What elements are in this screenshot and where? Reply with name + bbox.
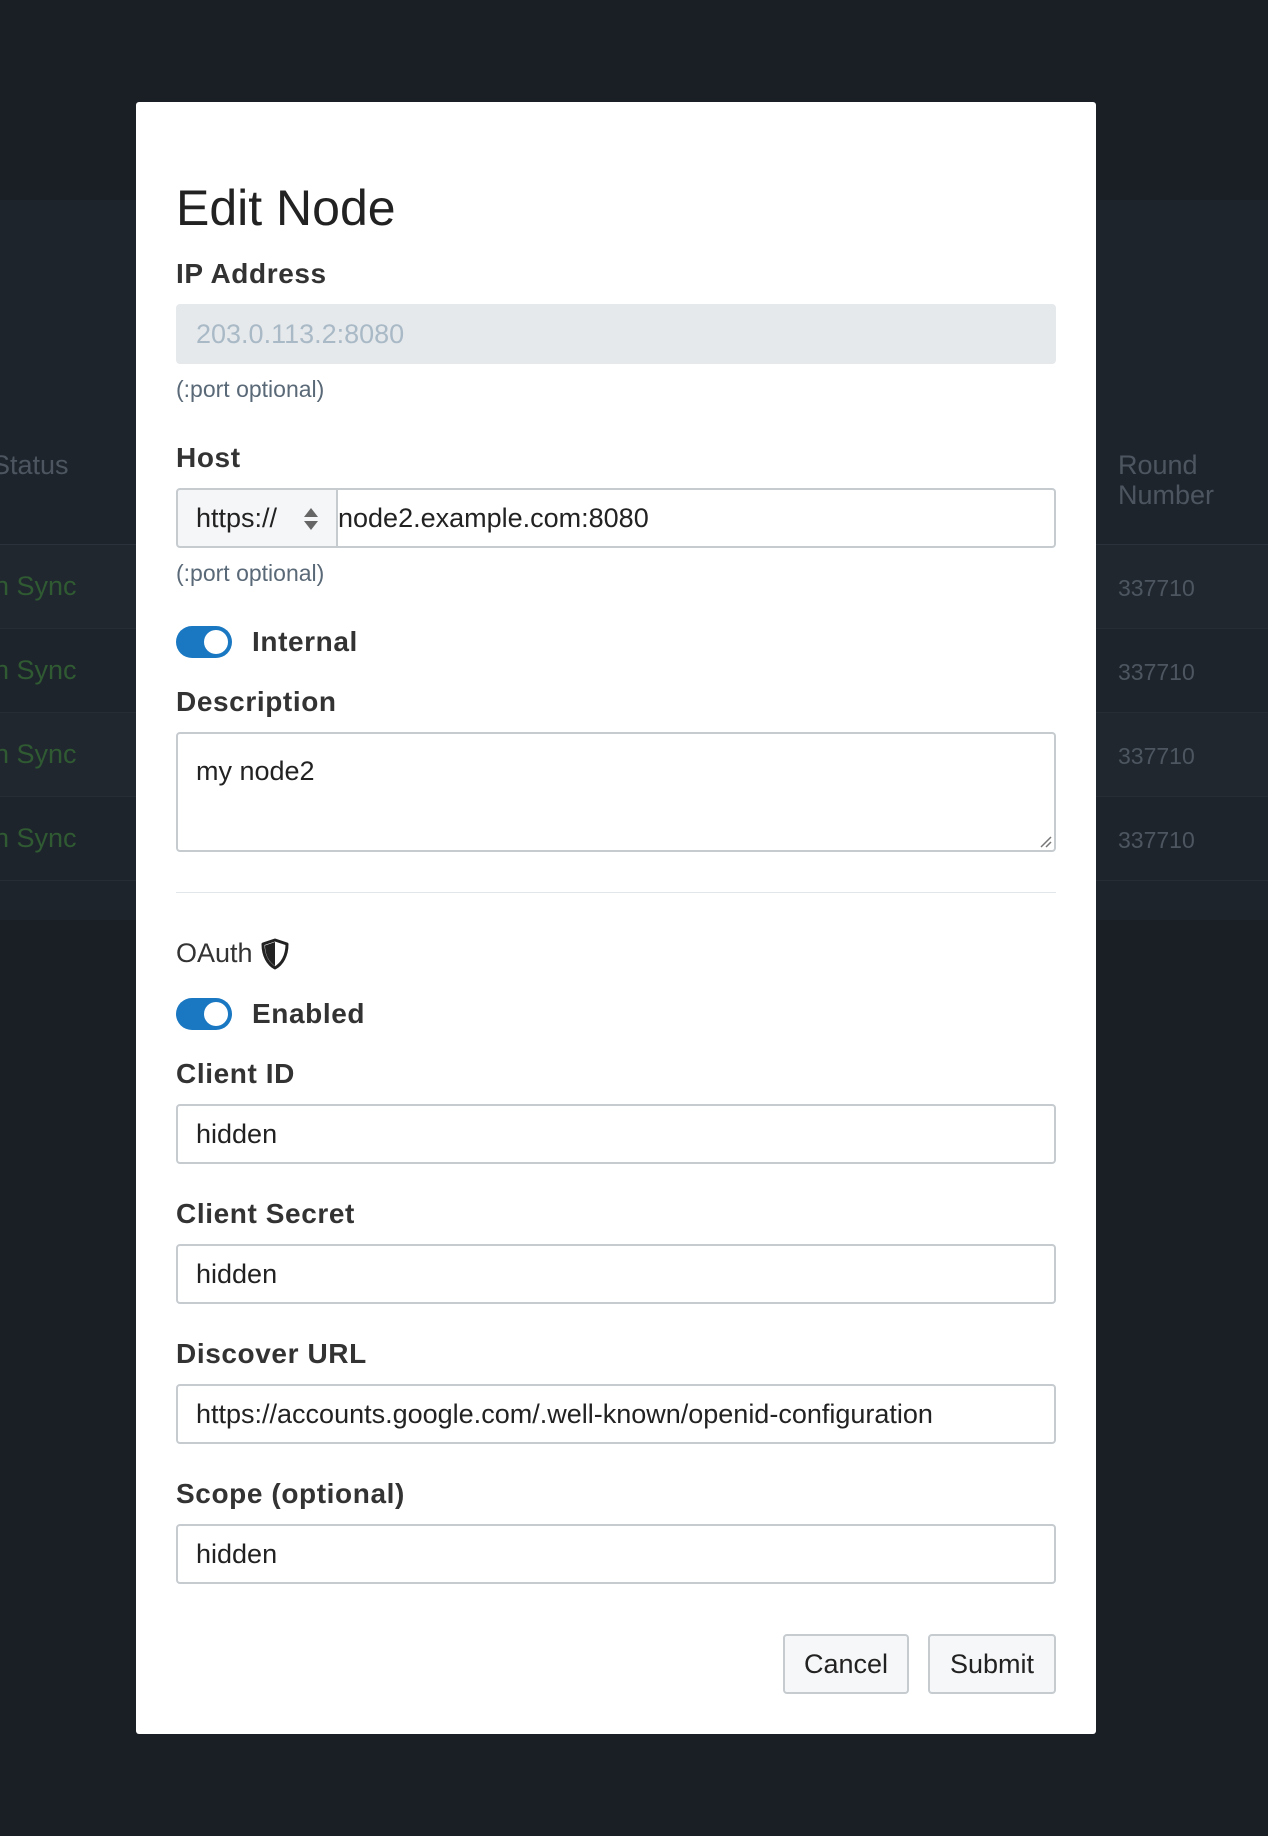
round-cell: 337710 [1118, 575, 1195, 601]
status-column-header: Status [0, 450, 69, 480]
host-field-group: https:// node2.example.com:8080 [176, 488, 1056, 548]
select-arrows-icon [304, 508, 318, 530]
resize-grip-icon[interactable] [1038, 834, 1052, 848]
description-textarea[interactable]: my node2 [176, 732, 1056, 852]
oauth-enabled-toggle[interactable] [176, 998, 232, 1030]
toggle-knob [204, 630, 228, 654]
client-secret-label: Client Secret [176, 1198, 355, 1229]
client-id-label: Client ID [176, 1058, 295, 1089]
oauth-enabled-label: Enabled [252, 998, 366, 1029]
description-label: Description [176, 686, 337, 717]
host-input[interactable]: node2.example.com:8080 [336, 488, 1056, 548]
protocol-select-value: https:// [196, 503, 278, 533]
toggle-knob [204, 1002, 228, 1026]
shield-icon [261, 938, 289, 970]
submit-button[interactable]: Submit [928, 1634, 1056, 1694]
ip-address-label: IP Address [176, 258, 327, 289]
client-secret-input[interactable]: hidden [176, 1244, 1056, 1304]
section-divider [176, 892, 1056, 893]
host-hint: (:port optional) [176, 560, 325, 586]
round-cell: 337710 [1118, 743, 1195, 769]
host-label: Host [176, 442, 241, 473]
ip-address-hint: (:port optional) [176, 376, 325, 402]
round-cell: 337710 [1118, 827, 1195, 853]
internal-toggle-label: Internal [252, 626, 358, 657]
discover-url-input[interactable]: https://accounts.google.com/.well-known/… [176, 1384, 1056, 1444]
round-cell: 337710 [1118, 659, 1195, 685]
status-cell: n Sync [0, 823, 77, 853]
oauth-heading: OAuth [176, 938, 253, 968]
scope-label: Scope (optional) [176, 1478, 405, 1509]
description-value: my node2 [196, 756, 315, 786]
status-cell: n Sync [0, 739, 77, 769]
round-number-column-header: Round Number [1118, 450, 1215, 510]
protocol-select[interactable]: https:// [176, 488, 338, 548]
scope-input[interactable]: hidden [176, 1524, 1056, 1584]
discover-url-label: Discover URL [176, 1338, 367, 1369]
edit-node-modal: Edit Node IP Address 203.0.113.2:8080 (:… [136, 102, 1096, 1734]
cancel-button[interactable]: Cancel [783, 1634, 909, 1694]
status-cell: n Sync [0, 655, 77, 685]
client-id-input[interactable]: hidden [176, 1104, 1056, 1164]
status-cell: n Sync [0, 571, 77, 601]
modal-title: Edit Node [176, 180, 396, 236]
ip-address-input: 203.0.113.2:8080 [176, 304, 1056, 364]
internal-toggle[interactable] [176, 626, 232, 658]
